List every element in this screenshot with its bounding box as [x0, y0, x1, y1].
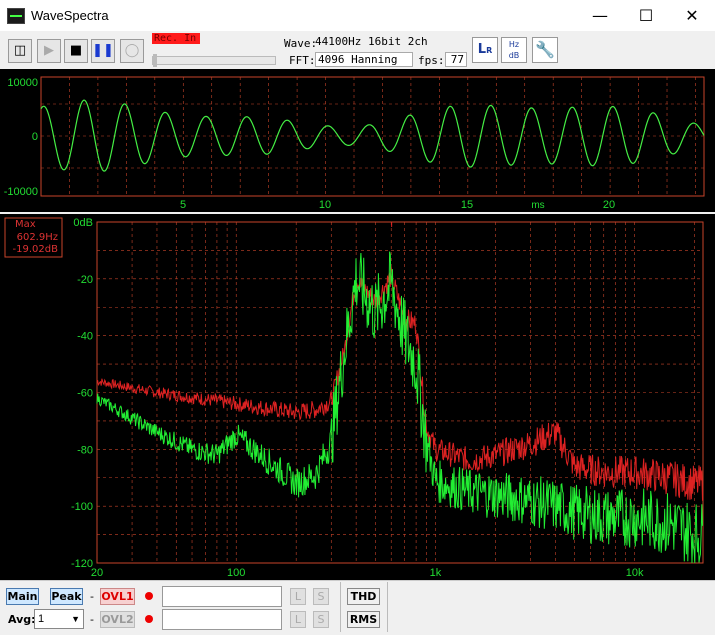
- rec-status-indicator: Rec. In: [152, 33, 200, 44]
- waveform-chart: 10000 0 -10000 5 10 15 20 ms: [0, 69, 715, 212]
- ovl2-save-button[interactable]: S: [313, 611, 329, 628]
- ovl1-record-icon[interactable]: [145, 592, 153, 600]
- peak-button[interactable]: Peak: [50, 588, 83, 605]
- wave-x-tick-20: 20: [603, 199, 615, 211]
- rec-level-slider[interactable]: [152, 54, 276, 67]
- app-icon: [7, 8, 25, 24]
- pause-icon[interactable]: ❚❚: [91, 39, 115, 63]
- wave-x-tick-10: 10: [319, 199, 331, 211]
- close-icon[interactable]: ✕: [669, 0, 715, 31]
- peak-info-level: -19.02dB: [13, 244, 59, 255]
- ovl2-field[interactable]: [162, 609, 282, 630]
- spec-x-tick: 10k: [626, 567, 644, 579]
- divider: [340, 582, 341, 632]
- rec-level-slider-thumb[interactable]: [153, 54, 157, 67]
- ovl2-load-button[interactable]: L: [290, 611, 306, 628]
- stop-icon[interactable]: ■: [64, 39, 88, 63]
- title-bar: WaveSpectra — ☐ ✕: [0, 0, 715, 31]
- spec-y-tick: -100: [71, 501, 93, 513]
- settings-wrench-icon[interactable]: 🔧: [532, 37, 558, 63]
- waveform-background: [0, 69, 715, 212]
- divider: [387, 582, 388, 632]
- rms-button[interactable]: RMS: [347, 611, 380, 628]
- fft-settings-value: 4096 Hanning: [315, 52, 413, 67]
- spec-y-tick: -80: [77, 444, 93, 456]
- avg-select-value: 1: [38, 613, 45, 625]
- spectrum-chart: 0dB -20 -40 -60 -80 -100 -120 20 100 1k 10k Max 6…: [0, 214, 715, 580]
- fps-label: fps:: [418, 54, 445, 67]
- dash-separator-1: -: [90, 590, 94, 603]
- fft-label: FFT:: [289, 54, 316, 67]
- minimize-icon[interactable]: —: [577, 0, 623, 31]
- ovl2-record-icon[interactable]: [145, 615, 153, 623]
- mixer-icon[interactable]: ◫: [8, 39, 32, 63]
- main-button[interactable]: Main: [6, 588, 39, 605]
- spec-y-tick: -120: [71, 558, 93, 570]
- ovl1-button[interactable]: OVL1: [100, 588, 135, 605]
- wave-y-tick-zero: 0: [32, 131, 38, 143]
- dash-separator-2: -: [90, 613, 94, 626]
- spec-y-tick: -20: [77, 274, 93, 286]
- maximize-icon[interactable]: ☐: [623, 0, 669, 31]
- wave-x-unit: ms: [531, 200, 544, 211]
- loop-icon[interactable]: ◯: [120, 39, 144, 63]
- ovl1-save-button[interactable]: S: [313, 588, 329, 605]
- window-title: WaveSpectra: [31, 8, 109, 23]
- avg-label: Avg:: [8, 613, 36, 626]
- ovl2-button[interactable]: OVL2: [100, 611, 135, 628]
- wave-x-tick-15: 15: [461, 199, 473, 211]
- ovl1-load-button[interactable]: L: [290, 588, 306, 605]
- peak-info-frequency: 602.9Hz: [17, 232, 58, 243]
- hz-db-icon[interactable]: Hz dB: [501, 37, 527, 63]
- chevron-down-icon: ▼: [71, 614, 80, 624]
- spec-x-tick: 1k: [430, 567, 442, 579]
- spec-x-tick: 100: [227, 567, 245, 579]
- spec-y-tick: -60: [77, 388, 93, 400]
- spec-y-tick: 0dB: [73, 217, 93, 229]
- wave-format-value: 44100Hz 16bit 2ch: [315, 35, 428, 48]
- ovl1-field[interactable]: [162, 586, 282, 607]
- fps-value: 77: [445, 52, 467, 67]
- spectrum-background: [0, 214, 715, 580]
- avg-select[interactable]: 1 ▼: [34, 609, 84, 629]
- spec-y-tick: -40: [77, 331, 93, 343]
- lr-channel-icon[interactable]: LR: [472, 37, 498, 63]
- wave-y-tick-top: 10000: [7, 77, 38, 89]
- peak-info-title: Max: [15, 219, 36, 230]
- thd-button[interactable]: THD: [347, 588, 380, 605]
- spec-x-tick: 20: [91, 567, 103, 579]
- play-icon[interactable]: ▶: [37, 39, 61, 63]
- wave-x-tick-5: 5: [180, 199, 186, 211]
- wave-y-tick-bottom: -10000: [4, 186, 38, 198]
